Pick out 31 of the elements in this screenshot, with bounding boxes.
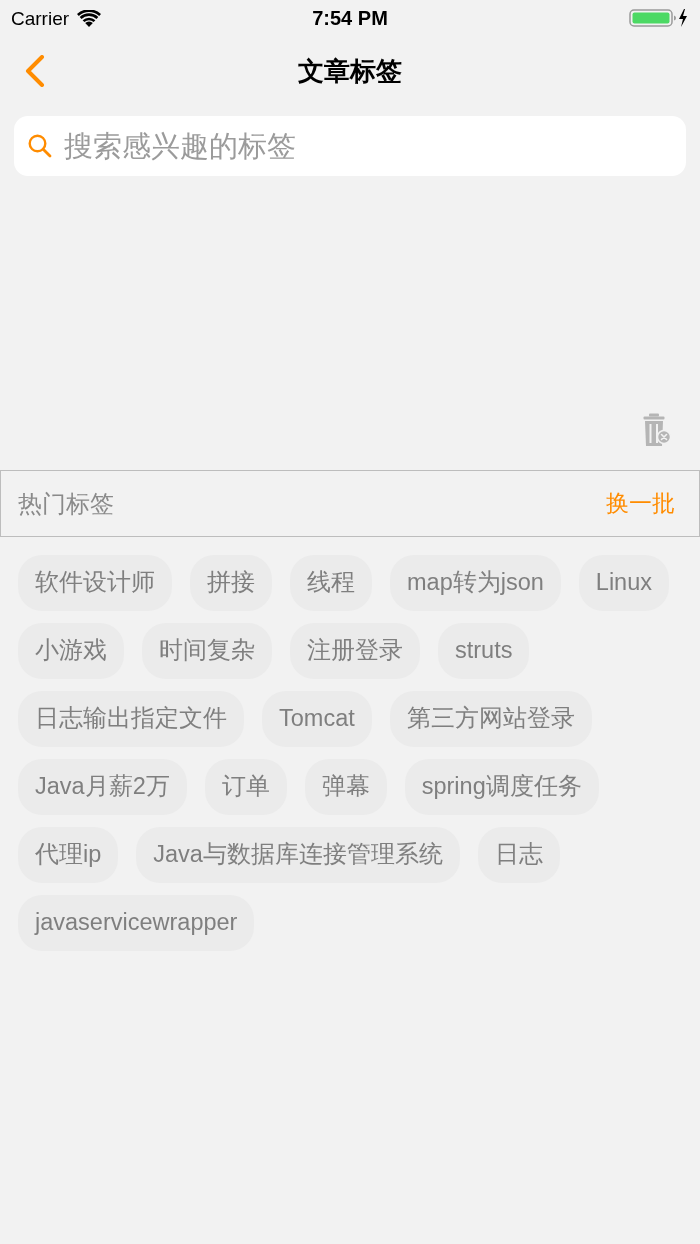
tag-chip[interactable]: Java与数据库连接管理系统 bbox=[136, 827, 460, 883]
tag-chip[interactable]: 线程 bbox=[290, 555, 372, 611]
battery-charging-icon bbox=[629, 8, 689, 28]
search-field[interactable]: 搜索感兴趣的标签 bbox=[14, 116, 686, 176]
tag-chip[interactable]: 第三方网站登录 bbox=[389, 691, 592, 747]
search-icon bbox=[28, 134, 52, 158]
tag-chip[interactable]: struts bbox=[438, 623, 530, 679]
tag-chip[interactable]: Tomcat bbox=[262, 691, 372, 747]
tag-chip[interactable]: 订单 bbox=[204, 759, 287, 815]
trash-clear-icon[interactable] bbox=[643, 413, 671, 447]
tag-chip[interactable]: map转为json bbox=[390, 555, 561, 611]
hot-tags-title: 热门标签 bbox=[18, 488, 114, 519]
tag-chip[interactable]: 弹幕 bbox=[304, 759, 387, 815]
tag-chip[interactable]: 注册登录 bbox=[290, 623, 420, 679]
page-title: 文章标签 bbox=[298, 54, 402, 88]
tag-chip[interactable]: 拼接 bbox=[190, 555, 272, 611]
tag-chip[interactable]: spring调度任务 bbox=[404, 759, 599, 815]
tag-chip[interactable]: javaservicewrapper bbox=[18, 895, 255, 951]
tag-chip[interactable]: Java月薪2万 bbox=[18, 759, 187, 815]
wifi-icon bbox=[77, 9, 102, 27]
tag-chip[interactable]: Linux bbox=[578, 555, 669, 611]
back-chevron-icon[interactable] bbox=[25, 55, 45, 87]
status-time: 7:54 PM bbox=[312, 8, 388, 28]
carrier-label: Carrier bbox=[11, 8, 70, 28]
tag-chip[interactable]: 小游戏 bbox=[18, 623, 124, 679]
tag-chip[interactable]: 代理ip bbox=[18, 827, 119, 883]
tag-chip[interactable]: 软件设计师 bbox=[18, 555, 172, 611]
tag-chip[interactable]: 日志 bbox=[477, 827, 560, 883]
tag-chip[interactable]: 日志输出指定文件 bbox=[18, 691, 244, 747]
tag-chip[interactable]: 时间复杂 bbox=[142, 623, 272, 679]
refresh-link[interactable]: 换一批 bbox=[606, 486, 675, 521]
